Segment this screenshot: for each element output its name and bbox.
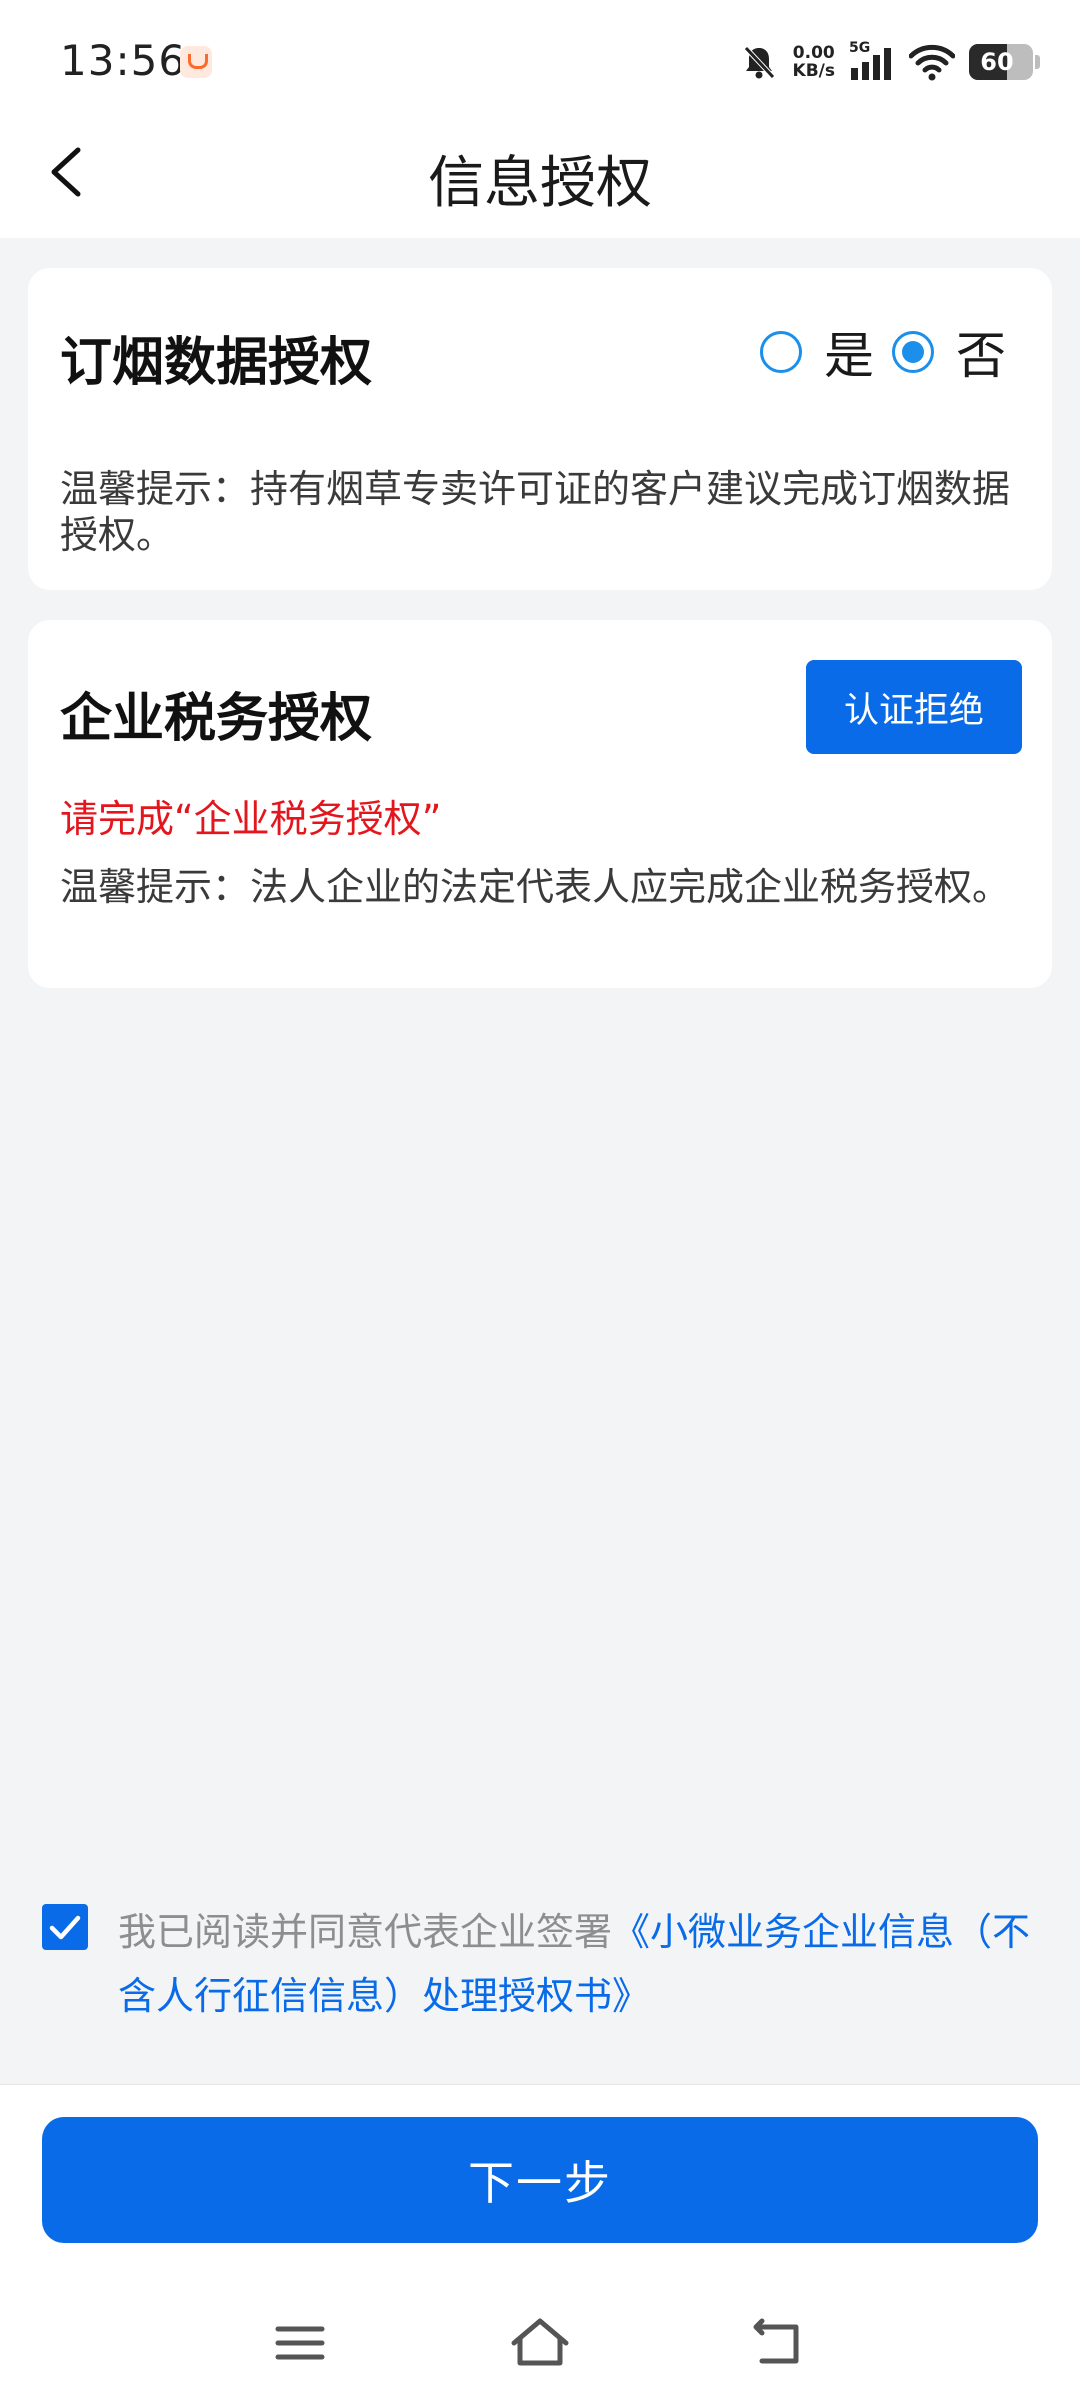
menu-button[interactable] xyxy=(260,2307,340,2387)
tax-auth-title: 企业税务授权 xyxy=(60,689,373,749)
radio-option-no[interactable]: 否 xyxy=(892,316,1006,388)
network-speed-unit: KB/s xyxy=(792,61,835,81)
auth-reject-button[interactable]: 认证拒绝 xyxy=(806,660,1022,754)
network-speed: 0.00 KB/s xyxy=(793,44,835,80)
bottom-bar: 下一步 xyxy=(0,2084,1080,2401)
app-notification-icon xyxy=(180,46,212,78)
battery-tip xyxy=(1035,55,1040,69)
back-nav-button[interactable] xyxy=(740,2307,820,2387)
status-icons: 0.00 KB/s 5G 60 xyxy=(739,36,1040,88)
tax-auth-hint: 温馨提示：法人企业的法定代表人应完成企业税务授权。 xyxy=(60,865,1011,909)
radio-button-yes[interactable] xyxy=(760,331,802,373)
back-arrow-icon xyxy=(753,2318,799,2364)
tax-auth-card: 企业税务授权 认证拒绝 请完成“企业税务授权” 温馨提示：法人企业的法定代表人应… xyxy=(28,620,1052,988)
tobacco-auth-radio-group: 是 否 xyxy=(760,322,1006,385)
home-button[interactable] xyxy=(500,2307,580,2387)
bell-muted-icon xyxy=(743,46,775,79)
battery-level: 60 xyxy=(980,48,1014,76)
radio-label-yes: 是 xyxy=(824,327,874,385)
radio-option-yes[interactable]: 是 xyxy=(760,316,874,388)
tobacco-auth-title: 订烟数据授权 xyxy=(60,333,373,393)
radio-label-no: 否 xyxy=(956,327,1006,385)
wifi-icon xyxy=(909,44,955,81)
radio-button-no[interactable] xyxy=(892,331,934,373)
menu-icon xyxy=(275,2326,325,2360)
battery-icon: 60 xyxy=(969,44,1033,80)
tobacco-auth-hint: 温馨提示：持有烟草专卖许可证的客户建议完成订烟数据授权。 xyxy=(60,467,1011,557)
home-icon xyxy=(511,2318,569,2366)
tax-auth-warning: 请完成“企业税务授权” xyxy=(60,797,442,841)
agreement-statement: 我已阅读并同意代表企业签署 xyxy=(118,1910,613,1954)
agreement-checkbox[interactable] xyxy=(42,1904,88,1950)
status-time: 13:56 xyxy=(60,36,187,85)
top-bar: 13:56 0.00 KB/s 5G 60 信息授权 xyxy=(0,0,1080,238)
tobacco-auth-card: 订烟数据授权 是 否 温馨提示：持有烟草专卖许可证的客户建议完成订烟数据授权。 xyxy=(28,268,1052,590)
network-speed-value: 0.00 xyxy=(792,43,835,63)
system-nav-bar xyxy=(0,2307,1080,2397)
signal-icon: 5G xyxy=(849,40,895,82)
page-title: 信息授权 xyxy=(428,151,652,216)
checkmark-icon xyxy=(49,1915,81,1940)
next-step-button[interactable]: 下一步 xyxy=(42,2117,1038,2243)
agreement-text: 我已阅读并同意代表企业签署《小微业务企业信息（不含人行征信信息）处理授权书》 xyxy=(118,1900,1058,2028)
